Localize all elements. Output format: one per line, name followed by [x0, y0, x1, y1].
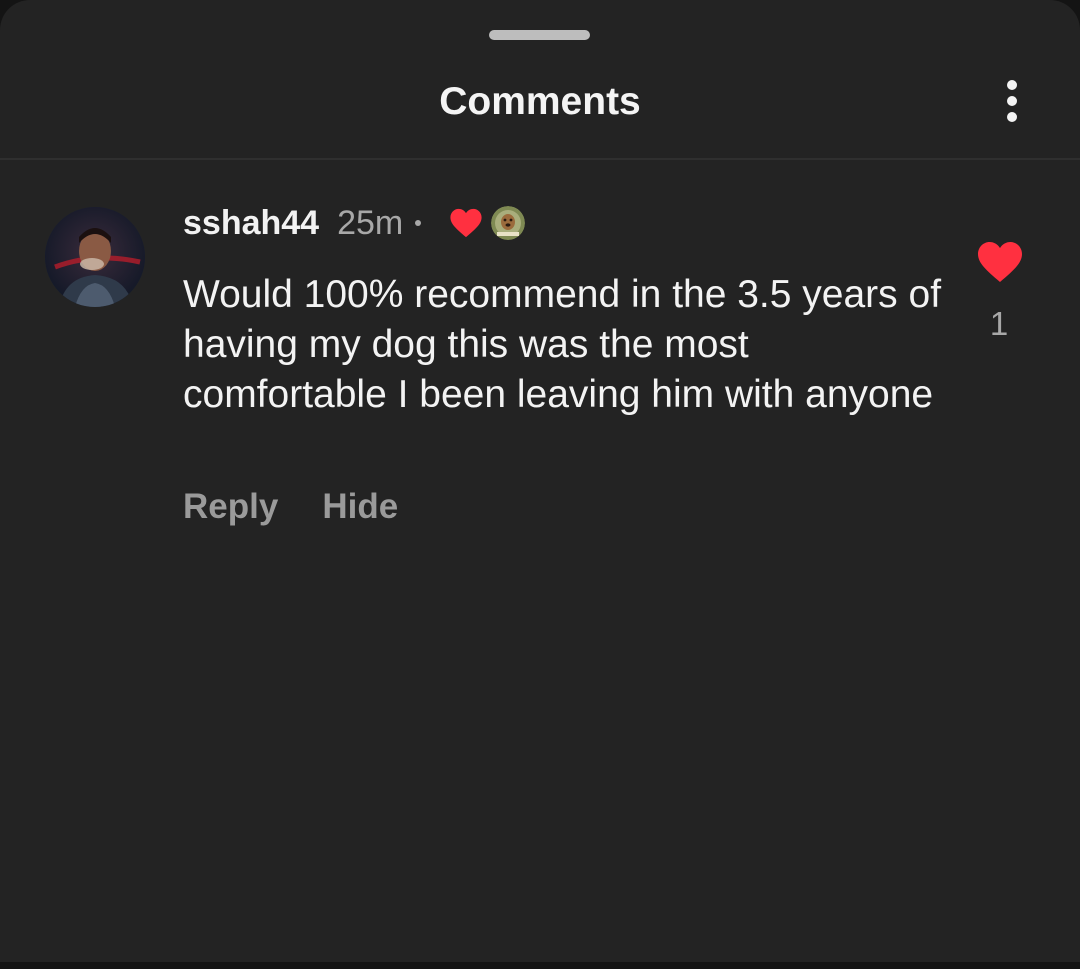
more-vertical-icon	[1007, 80, 1017, 90]
username-link[interactable]: sshah44	[183, 204, 319, 243]
drag-handle[interactable]	[489, 30, 590, 40]
page-title: Comments	[439, 80, 641, 123]
header: Comments	[0, 60, 1080, 160]
comment-text: Would 100% recommend in the 3.5 years of…	[183, 273, 942, 416]
creator-avatar-image	[491, 206, 526, 240]
heart-icon[interactable]	[976, 240, 1024, 284]
reply-button[interactable]: Reply	[183, 487, 278, 527]
more-options-button[interactable]	[990, 70, 1034, 132]
timestamp: 25m	[337, 203, 404, 242]
avatar[interactable]	[45, 207, 145, 307]
like-count: 1	[989, 305, 1009, 342]
separator-dot	[415, 220, 422, 226]
heart-icon	[450, 208, 482, 238]
comment-actions: Reply Hide	[183, 487, 398, 527]
creator-avatar	[491, 206, 526, 240]
hide-button[interactable]: Hide	[322, 487, 398, 527]
more-vertical-icon-dot	[1007, 112, 1017, 122]
avatar-image	[45, 207, 145, 307]
more-vertical-icon-dot	[1007, 96, 1017, 106]
comments-sheet: Comments sshah44 25m Would 100% recommen…	[0, 0, 1080, 962]
comment-meta: sshah44 25m	[183, 200, 526, 246]
